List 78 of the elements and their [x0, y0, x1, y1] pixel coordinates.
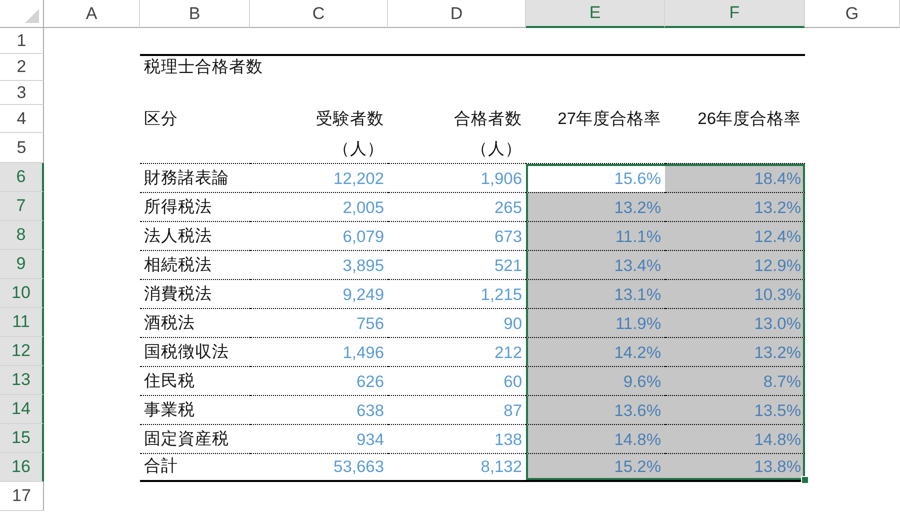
- table-cell: 9,249: [250, 279, 388, 308]
- table-cell: 2,005: [250, 192, 388, 221]
- row-header[interactable]: 6: [0, 163, 44, 192]
- table-cell: 合計: [140, 453, 250, 482]
- unit-label: （人）: [332, 139, 385, 160]
- table-cell: 13.2%: [526, 192, 665, 221]
- table-cell: 国税徴収法: [140, 337, 250, 366]
- row-header[interactable]: 17: [0, 482, 44, 511]
- row-header[interactable]: 8: [0, 221, 44, 250]
- column-heading: 区分: [143, 109, 179, 130]
- table-cell: 15.2%: [526, 453, 665, 482]
- row-header[interactable]: 7: [0, 192, 44, 221]
- table-cell: 12,202: [250, 163, 388, 192]
- table-cell: 法人税法: [140, 221, 250, 250]
- column-header[interactable]: G: [805, 0, 900, 28]
- column-header[interactable]: B: [140, 0, 250, 28]
- table-cell: 11.1%: [526, 221, 665, 250]
- table-cell: 13.0%: [665, 308, 805, 337]
- row-header[interactable]: 10: [0, 279, 44, 308]
- row-header[interactable]: 16: [0, 453, 44, 482]
- column-header[interactable]: C: [250, 0, 388, 28]
- row-header[interactable]: 2: [0, 54, 44, 81]
- fill-handle[interactable]: [801, 476, 809, 484]
- table-cell: 18.4%: [665, 163, 805, 192]
- table-cell: 11.9%: [526, 308, 665, 337]
- table-cell: 所得税法: [140, 192, 250, 221]
- table-cell: 1,496: [250, 337, 388, 366]
- row-header[interactable]: 11: [0, 308, 44, 337]
- row-header[interactable]: 3: [0, 81, 44, 105]
- column-heading: 27年度合格率: [556, 109, 662, 130]
- column-header[interactable]: D: [388, 0, 526, 28]
- table-cell: 13.6%: [526, 395, 665, 424]
- table-cell: 626: [250, 366, 388, 395]
- table-cell: 10.3%: [665, 279, 805, 308]
- table-cell: 財務諸表論: [140, 163, 250, 192]
- row-header[interactable]: 4: [0, 105, 44, 133]
- table-cell: 酒税法: [140, 308, 250, 337]
- table-cell: 638: [250, 395, 388, 424]
- table-cell: 14.8%: [526, 424, 665, 453]
- column-heading: 26年度合格率: [696, 109, 802, 130]
- table-cell: 13.5%: [665, 395, 805, 424]
- row-header[interactable]: 15: [0, 424, 44, 453]
- table-cell: 固定資産税: [140, 424, 250, 453]
- table-cell: 住民税: [140, 366, 250, 395]
- table-cell: 53,663: [250, 453, 388, 482]
- table-cell: 14.8%: [665, 424, 805, 453]
- sheet-title: 税理士合格者数: [140, 54, 388, 81]
- table-cell: 15.6%: [526, 163, 665, 192]
- column-heading: 合格者数: [453, 109, 523, 130]
- table-cell: 13.4%: [526, 250, 665, 279]
- table-cell: 13.2%: [665, 337, 805, 366]
- table-cell: 消費税法: [140, 279, 250, 308]
- table-cell: 9.6%: [526, 366, 665, 395]
- triangle-icon: [25, 9, 39, 23]
- column-header[interactable]: E: [526, 0, 665, 28]
- row-header[interactable]: 1: [0, 28, 44, 54]
- table-cell: 6,079: [250, 221, 388, 250]
- table-cell: 8.7%: [665, 366, 805, 395]
- row-header[interactable]: 9: [0, 250, 44, 279]
- column-header[interactable]: F: [665, 0, 805, 28]
- table-cell: 事業税: [140, 395, 250, 424]
- table-cell: 13.1%: [526, 279, 665, 308]
- table-cell: 1,906: [388, 163, 526, 192]
- row-header[interactable]: 14: [0, 395, 44, 424]
- table-cell: 13.2%: [665, 192, 805, 221]
- unit-label: （人）: [470, 139, 523, 160]
- table-cell: 756: [250, 308, 388, 337]
- table-cell: 12.4%: [665, 221, 805, 250]
- table-cell: 14.2%: [526, 337, 665, 366]
- row-header[interactable]: 5: [0, 133, 44, 163]
- column-heading: 受験者数: [315, 109, 385, 130]
- column-header[interactable]: A: [44, 0, 140, 28]
- table-cell: 3,895: [250, 250, 388, 279]
- table-cell: 12.9%: [665, 250, 805, 279]
- table-cell: 934: [250, 424, 388, 453]
- row-header[interactable]: 13: [0, 366, 44, 395]
- row-header[interactable]: 12: [0, 337, 44, 366]
- table-cell: 相続税法: [140, 250, 250, 279]
